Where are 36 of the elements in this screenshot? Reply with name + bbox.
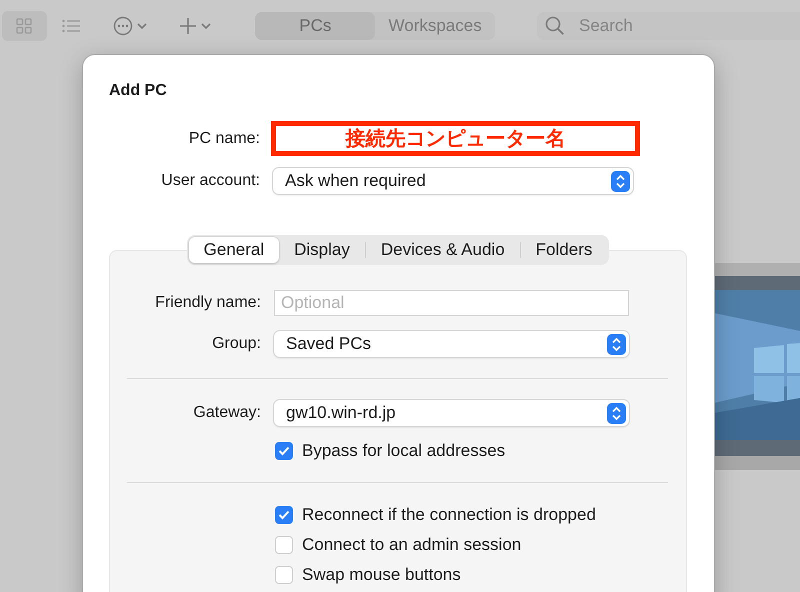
search-field[interactable]: Search — [537, 12, 800, 40]
chevron-icon — [201, 22, 212, 30]
checkbox[interactable] — [275, 536, 293, 554]
field-label: User account: — [160, 172, 260, 190]
ellipsis-circle-icon — [113, 16, 134, 36]
tab[interactable]: Display — [279, 237, 365, 263]
annotation-box: 接続先コンピューター名 — [271, 121, 640, 156]
checkmark-icon — [278, 446, 290, 456]
tab[interactable]: General — [188, 237, 280, 263]
checkbox-label: Connect to an admin session — [302, 535, 522, 555]
checkbox-label: Bypass for local addresses — [302, 441, 506, 461]
user-account-popup[interactable]: Ask when required — [273, 168, 633, 194]
gateway-popup[interactable]: gw10.win-rd.jp — [274, 400, 629, 426]
list-icon — [62, 19, 80, 33]
field-label: Gateway: — [192, 404, 261, 422]
checkbox[interactable] — [275, 566, 293, 584]
stepper-icon — [607, 334, 626, 354]
plus-icon — [179, 17, 198, 35]
grid-icon — [16, 18, 32, 34]
friendly-name-field[interactable]: Optional — [274, 290, 629, 316]
dialog-title: Add PC — [109, 81, 168, 101]
checkbox[interactable] — [275, 442, 293, 460]
stepper-icon — [611, 170, 630, 192]
checkmark-icon — [278, 510, 290, 520]
tab[interactable]: Devices & Audio — [366, 237, 520, 263]
checkbox-label: Reconnect if the connection is dropped — [302, 505, 596, 525]
stepper-icon — [607, 402, 626, 424]
field-label: PC name: — [188, 130, 260, 148]
checkbox-label: Swap mouse buttons — [302, 565, 461, 585]
tab[interactable]: Folders — [520, 237, 608, 263]
chevron-icon — [137, 22, 148, 30]
checkbox[interactable] — [275, 506, 293, 524]
field-label: Friendly name: — [154, 294, 261, 312]
group-popup[interactable]: Saved PCs — [274, 331, 629, 357]
field-label: Group: — [211, 335, 261, 353]
view-button[interactable] — [2, 11, 47, 41]
